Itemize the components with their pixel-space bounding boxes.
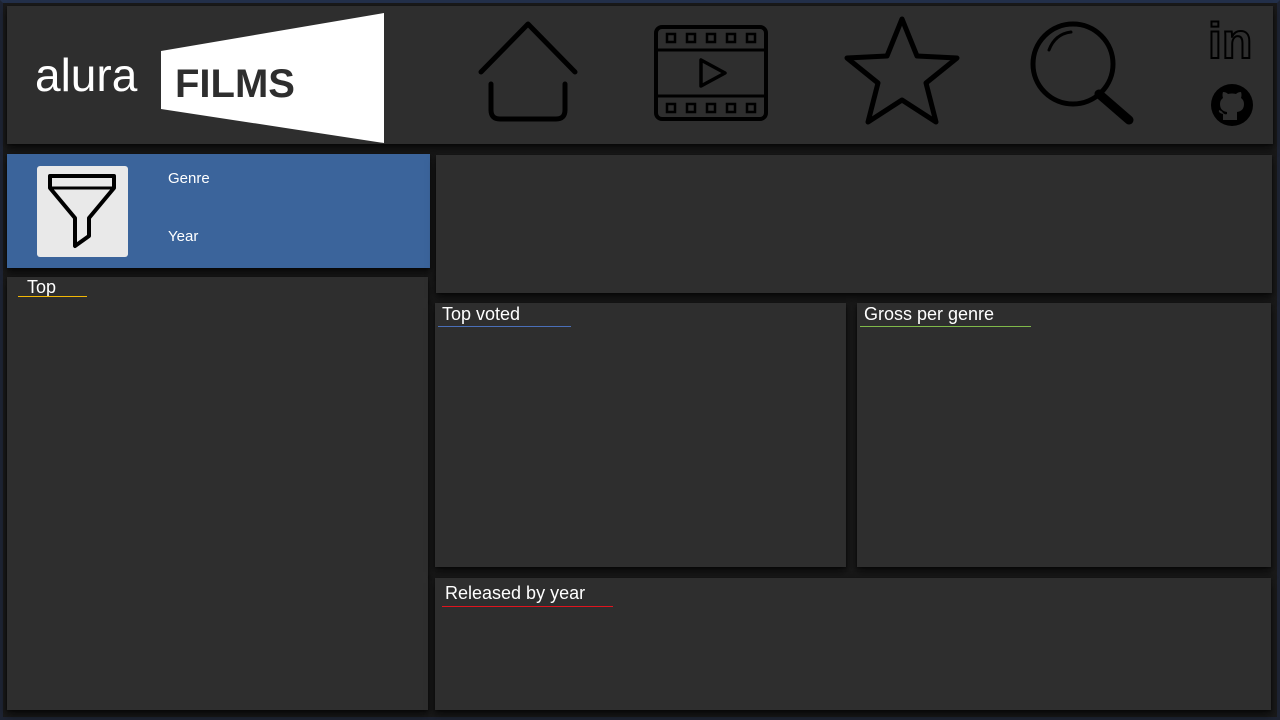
released-by-year-title: Released by year (445, 583, 586, 603)
logo-graphic: alura FILMS (35, 13, 384, 143)
nav-home-button[interactable] (477, 18, 579, 122)
nav-search-button[interactable] (1029, 20, 1137, 126)
top-title-underline (18, 296, 87, 297)
linkedin-icon: in (1207, 14, 1253, 62)
logo-text-alura: alura (35, 49, 138, 101)
gross-per-genre-underline (860, 326, 1031, 327)
linkedin-icon-text: in (1208, 14, 1252, 62)
filter-panel: Genre Year (7, 154, 430, 268)
year-filter[interactable]: Year (168, 228, 198, 245)
home-icon (478, 21, 578, 122)
logo-text-films: FILMS (175, 62, 295, 106)
top-panel: Top (7, 277, 428, 710)
github-link[interactable] (1209, 82, 1255, 128)
search-icon (1030, 21, 1134, 125)
top-voted-title: Top voted (442, 304, 521, 324)
top-title: Top (27, 277, 57, 297)
released-by-year-underline (442, 606, 613, 607)
genre-filter[interactable]: Genre (168, 170, 210, 187)
nav-favorites-button[interactable] (843, 14, 961, 126)
header-bar: alura FILMS in (7, 6, 1273, 144)
filter-icon (48, 174, 116, 248)
github-icon (1211, 84, 1253, 126)
summary-panel (436, 155, 1272, 293)
nav-films-button[interactable] (653, 24, 769, 122)
film-play-icon (654, 25, 768, 121)
alura-films-logo[interactable]: alura FILMS (35, 13, 384, 143)
filter-button[interactable] (37, 166, 128, 257)
released-by-year-panel: Released by year (435, 578, 1271, 710)
star-icon (844, 16, 960, 125)
gross-per-genre-panel: Gross per genre (857, 303, 1271, 567)
top-voted-panel: Top voted (435, 303, 846, 567)
gross-per-genre-title: Gross per genre (864, 304, 995, 324)
linkedin-link[interactable]: in (1207, 14, 1257, 62)
top-voted-underline (438, 326, 571, 327)
